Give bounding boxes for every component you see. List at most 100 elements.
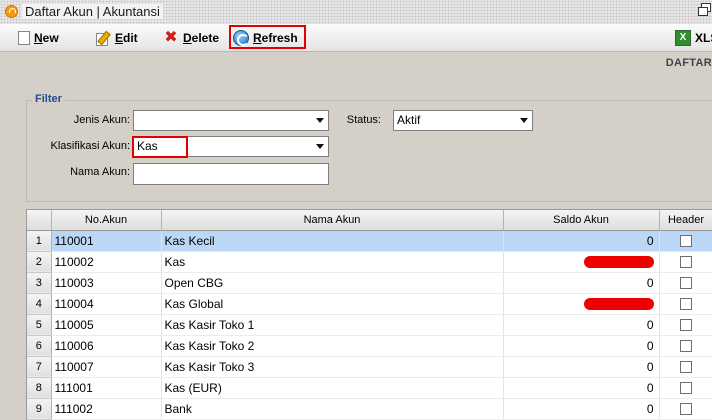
status-select[interactable]: Aktif <box>393 110 533 131</box>
title-bar: Daftar Akun | Akuntansi <box>0 0 712 24</box>
nama-akun-label: Nama Akun: <box>70 166 130 178</box>
new-document-icon <box>18 31 30 45</box>
header-checkbox[interactable] <box>680 235 692 248</box>
no-akun-cell: 111002 <box>51 398 162 420</box>
header-checkbox[interactable] <box>680 298 692 311</box>
header-cell <box>659 377 712 399</box>
new-button-label: New <box>34 31 59 45</box>
edit-pencil-icon <box>95 30 111 46</box>
edit-button[interactable]: Edit <box>95 28 138 48</box>
excel-icon: X <box>675 30 691 46</box>
edit-button-label: Edit <box>115 31 138 45</box>
delete-x-icon: ✖ <box>164 29 178 46</box>
header-cell <box>659 272 712 294</box>
table-body: 1 110001 Kas Kecil 0 2 110002 Kas 3 110003 Open C… <box>27 230 712 420</box>
header-cell <box>659 230 712 252</box>
saldo-cell: 0 <box>503 356 660 378</box>
row-number[interactable]: 2 <box>27 251 52 273</box>
app-icon <box>5 5 18 18</box>
header-cell <box>659 356 712 378</box>
chevron-down-icon <box>316 118 324 123</box>
saldo-cell: 0 <box>503 335 660 357</box>
nama-akun-cell: Kas Kecil <box>161 230 504 252</box>
table-row[interactable]: 6 110006 Kas Kasir Toko 20 <box>27 335 712 357</box>
saldo-cell: 0 <box>503 377 660 399</box>
no-akun-cell: 110002 <box>51 251 162 273</box>
refresh-highlight-box <box>229 25 306 49</box>
filter-legend: Filter <box>32 93 65 105</box>
saldo-cell: 0 <box>503 230 660 252</box>
table-row[interactable]: 1 110001 Kas Kecil 0 <box>27 230 712 252</box>
row-number[interactable]: 8 <box>27 377 52 399</box>
saldo-cell: 0 <box>503 314 660 336</box>
row-number[interactable]: 6 <box>27 335 52 357</box>
nama-akun-cell: Kas (EUR) <box>161 377 504 399</box>
table-row[interactable]: 4 110004 Kas Global <box>27 293 712 315</box>
klasifikasi-highlight-box <box>132 136 188 158</box>
table-row[interactable]: 8 111001 Kas (EUR) 0 <box>27 377 712 399</box>
column-header-rownum <box>27 210 52 231</box>
saldo-cell <box>503 251 660 273</box>
status-label: Status: <box>346 114 381 126</box>
row-number[interactable]: 1 <box>27 230 52 252</box>
table-row[interactable]: 5 110005 Kas Kasir Toko 10 <box>27 314 712 336</box>
table-row[interactable]: 2 110002 Kas <box>27 251 712 273</box>
table-header-row: No.Akun Nama Akun Saldo Akun Header <box>27 210 712 231</box>
saldo-cell: 0 <box>503 272 660 294</box>
status-value: Aktif <box>397 113 421 127</box>
row-number[interactable]: 7 <box>27 356 52 378</box>
window-title: Daftar Akun | Akuntansi <box>22 4 163 19</box>
header-checkbox[interactable] <box>680 277 692 290</box>
header-strip: DAFTAR <box>0 53 712 73</box>
header-cell <box>659 314 712 336</box>
no-akun-cell: 111001 <box>51 377 162 399</box>
jenis-akun-select[interactable] <box>133 110 329 131</box>
saldo-cell: 0 <box>503 398 660 420</box>
no-akun-cell: 110006 <box>51 335 162 357</box>
nama-akun-cell: Kas Global <box>161 293 504 315</box>
klasifikasi-akun-label: Klasifikasi Akun: <box>50 140 130 152</box>
nama-akun-cell: Bank <box>161 398 504 420</box>
jenis-akun-label: Jenis Akun: <box>73 114 130 126</box>
nama-akun-input[interactable] <box>133 163 329 185</box>
header-checkbox[interactable] <box>680 361 692 374</box>
column-header-no-akun[interactable]: No.Akun <box>51 210 162 231</box>
row-number[interactable]: 9 <box>27 398 52 420</box>
header-checkbox[interactable] <box>680 256 692 269</box>
nama-akun-cell: Kas Kasir Toko 1 <box>161 314 504 336</box>
no-akun-cell: 110007 <box>51 356 162 378</box>
delete-button[interactable]: ✖ Delete <box>163 28 219 48</box>
accounts-grid: No.Akun Nama Akun Saldo Akun Header 1 110… <box>26 209 712 420</box>
nama-akun-cell: Kas Kasir Toko 2 <box>161 335 504 357</box>
column-header-saldo-akun[interactable]: Saldo Akun <box>503 210 660 231</box>
nama-akun-cell: Kas <box>161 251 504 273</box>
header-checkbox[interactable] <box>680 319 692 332</box>
no-akun-cell: 110003 <box>51 272 162 294</box>
page-heading: DAFTAR <box>665 57 712 69</box>
header-cell <box>659 293 712 315</box>
column-header-nama-akun[interactable]: Nama Akun <box>161 210 504 231</box>
nama-akun-cell: Kas Kasir Toko 3 <box>161 356 504 378</box>
new-button[interactable]: New <box>18 28 59 48</box>
table-row[interactable]: 3 110003 Open CBG 0 <box>27 272 712 294</box>
table-row[interactable]: 9 111002 Bank 0 <box>27 398 712 420</box>
nama-akun-cell: Open CBG <box>161 272 504 294</box>
no-akun-cell: 110004 <box>51 293 162 315</box>
chevron-down-icon <box>520 118 528 123</box>
header-checkbox[interactable] <box>680 382 692 395</box>
restore-icon[interactable] <box>698 3 711 16</box>
row-number[interactable]: 4 <box>27 293 52 315</box>
column-header-header[interactable]: Header <box>659 210 712 231</box>
delete-button-label: Delete <box>183 31 220 45</box>
header-cell <box>659 335 712 357</box>
row-number[interactable]: 5 <box>27 314 52 336</box>
table-row[interactable]: 7 110007 Kas Kasir Toko 30 <box>27 356 712 378</box>
header-checkbox[interactable] <box>680 403 692 416</box>
header-checkbox[interactable] <box>680 340 692 353</box>
row-number[interactable]: 3 <box>27 272 52 294</box>
export-xls-button[interactable]: X XLS <box>675 28 712 48</box>
no-akun-cell: 110001 <box>51 230 162 252</box>
no-akun-cell: 110005 <box>51 314 162 336</box>
toolbar: New Edit ✖ Delete Refresh X XLS <box>0 24 712 52</box>
chevron-down-icon <box>316 144 324 149</box>
